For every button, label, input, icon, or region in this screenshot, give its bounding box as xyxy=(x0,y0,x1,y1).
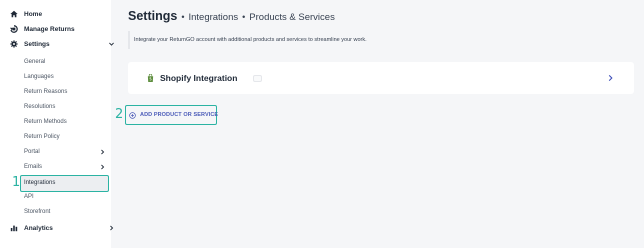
nav-settings-label: Settings xyxy=(24,40,50,48)
page-title: Settings xyxy=(128,9,178,23)
page-header: Settings • Integrations • Products & Ser… xyxy=(128,9,335,23)
chevron-right-icon xyxy=(99,149,106,156)
status-badge xyxy=(253,75,262,82)
shopify-integration-card[interactable]: Shopify Integration xyxy=(128,62,634,94)
shopify-bag-icon xyxy=(147,74,154,82)
chevron-right-icon[interactable] xyxy=(607,74,614,82)
sidebar-item-emails[interactable]: Emails xyxy=(0,162,111,172)
breadcrumb-products-services: Products & Services xyxy=(249,12,335,23)
chevron-right-icon[interactable] xyxy=(108,225,115,232)
add-circle-icon xyxy=(129,111,136,119)
sidebar-item-portal[interactable]: Portal xyxy=(0,147,111,157)
breadcrumb-integrations[interactable]: Integrations xyxy=(188,12,238,23)
add-product-or-service-button[interactable]: ADD PRODUCT OR SERVICE xyxy=(125,105,219,125)
sidebar: Home Manage Returns Settings General Lan… xyxy=(0,0,114,248)
bar-chart-icon xyxy=(10,224,18,232)
shopify-integration-title: Shopify Integration xyxy=(160,73,238,83)
sidebar-item-return-methods[interactable]: Return Methods xyxy=(24,117,67,127)
sidebar-item-languages[interactable]: Languages xyxy=(24,72,54,82)
step-annotation-2: 2 xyxy=(115,107,124,122)
breadcrumb-separator: • xyxy=(181,12,185,22)
gear-icon xyxy=(10,40,18,48)
add-product-or-service-label: ADD PRODUCT OR SERVICE xyxy=(140,112,219,118)
breadcrumb-separator: • xyxy=(242,12,246,22)
sidebar-item-return-reasons[interactable]: Return Reasons xyxy=(24,87,67,97)
sidebar-item-general[interactable]: General xyxy=(24,57,45,67)
chevron-right-icon xyxy=(99,164,106,171)
nav-home-label: Home xyxy=(24,10,43,18)
returns-icon xyxy=(10,25,18,33)
nav-analytics-label: Analytics xyxy=(24,224,53,232)
nav-analytics[interactable]: Analytics xyxy=(10,222,114,234)
sidebar-item-resolutions[interactable]: Resolutions xyxy=(24,102,55,112)
sidebar-item-api[interactable]: API xyxy=(24,192,34,202)
sidebar-item-integrations[interactable]: Integrations xyxy=(24,178,55,188)
sidebar-item-return-policy[interactable]: Return Policy xyxy=(24,132,60,142)
sidebar-item-storefront[interactable]: Storefront xyxy=(24,207,50,217)
nav-manage-returns-label: Manage Returns xyxy=(24,25,75,33)
nav-home[interactable]: Home xyxy=(10,8,42,20)
page-description: Integrate your ReturnGO account with add… xyxy=(128,31,634,49)
chevron-down-icon[interactable] xyxy=(108,41,115,48)
sidebar-item-portal-label: Portal xyxy=(24,149,40,155)
home-icon xyxy=(10,10,18,18)
sidebar-item-emails-label: Emails xyxy=(24,164,43,170)
nav-settings[interactable]: Settings xyxy=(10,38,114,50)
step-annotation-1: 1 xyxy=(12,175,21,190)
nav-manage-returns[interactable]: Manage Returns xyxy=(10,23,75,35)
